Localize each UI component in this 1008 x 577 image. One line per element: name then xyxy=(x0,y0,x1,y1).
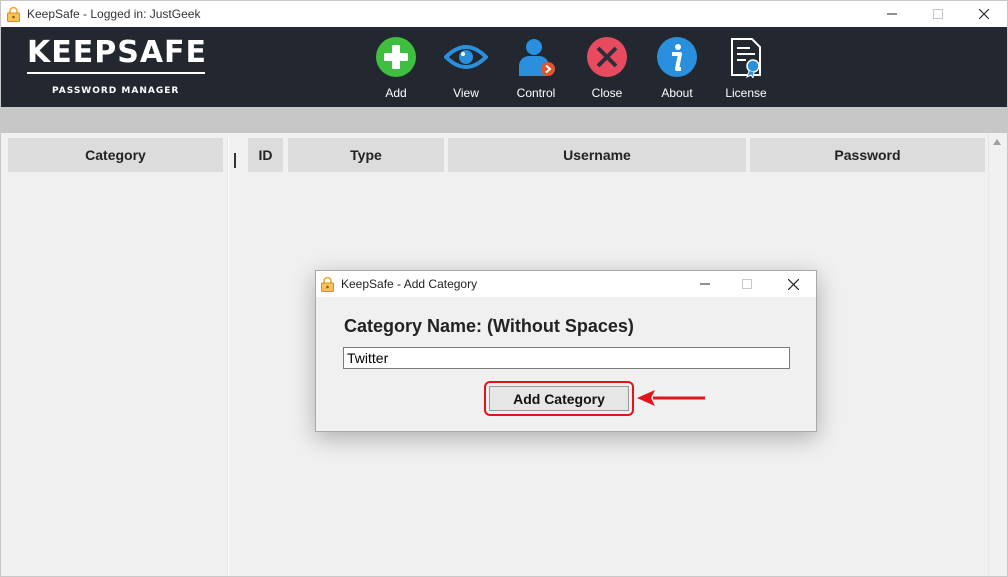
category-name-input[interactable] xyxy=(343,347,790,369)
certificate-icon xyxy=(724,35,768,79)
logo-subtitle: PASSWORD MANAGER xyxy=(52,86,180,96)
dialog-title: KeepSafe - Add Category xyxy=(341,277,478,291)
category-list[interactable] xyxy=(8,173,223,573)
title-bar: KeepSafe - Logged in: JustGeek xyxy=(1,1,1007,27)
button-highlight-box: Add Category xyxy=(484,381,634,416)
close-icon xyxy=(979,9,989,19)
toolbar-about-button[interactable]: About xyxy=(642,35,712,100)
dialog-close-button[interactable] xyxy=(770,271,816,297)
add-category-button[interactable]: Add Category xyxy=(489,386,629,411)
dialog-title-bar: KeepSafe - Add Category xyxy=(316,271,816,297)
close-circle-icon xyxy=(585,35,629,79)
column-header-username[interactable]: Username xyxy=(448,138,746,172)
category-name-label: Category Name: (Without Spaces) xyxy=(344,316,634,336)
minimize-button[interactable] xyxy=(869,1,915,27)
category-column-header[interactable]: Category xyxy=(8,138,223,172)
toolbar-view-button[interactable]: View xyxy=(431,35,501,100)
close-window-button[interactable] xyxy=(961,1,1007,27)
vertical-scrollbar[interactable] xyxy=(988,133,1004,576)
column-header-password[interactable]: Password xyxy=(750,138,985,172)
info-icon xyxy=(655,35,699,79)
toolbar-control-label: Control xyxy=(516,86,556,100)
scroll-up-icon[interactable] xyxy=(993,139,1001,145)
maximize-icon xyxy=(742,279,752,289)
toolbar-add-label: Add xyxy=(385,86,407,100)
maximize-button[interactable] xyxy=(915,1,961,27)
column-header-type[interactable]: Type xyxy=(288,138,444,172)
maximize-icon xyxy=(933,9,943,19)
add-category-dialog: KeepSafe - Add Category Category Name: (… xyxy=(315,270,817,432)
red-pointer-arrow-icon xyxy=(637,390,705,406)
dialog-minimize-button[interactable] xyxy=(682,271,728,297)
column-header-id[interactable]: ID xyxy=(248,138,283,172)
toolbar-license-button[interactable]: License xyxy=(711,35,781,100)
eye-icon xyxy=(444,35,488,79)
app-lock-icon xyxy=(7,6,20,22)
logo-divider xyxy=(27,72,205,74)
dialog-maximize-button[interactable] xyxy=(724,271,770,297)
toolbar-control-button[interactable]: Control xyxy=(501,35,571,100)
user-control-icon xyxy=(514,35,558,79)
app-header: KEEPSAFE PASSWORD MANAGER Add View Contr… xyxy=(1,27,1007,107)
toolbar-close-button[interactable]: Close xyxy=(572,35,642,100)
toolbar-license-label: License xyxy=(725,86,767,100)
close-icon xyxy=(787,278,799,290)
logo-title: KEEPSAFE xyxy=(27,35,208,70)
window-title: KeepSafe - Logged in: JustGeek xyxy=(27,7,201,21)
minimize-icon xyxy=(700,283,710,285)
minimize-icon xyxy=(887,13,897,15)
main-window: KeepSafe - Logged in: JustGeek KEEPSAFE … xyxy=(0,0,1008,577)
column-separator-mark xyxy=(234,153,236,168)
toolbar-view-label: View xyxy=(453,86,479,100)
toolbar-about-label: About xyxy=(661,86,693,100)
add-icon xyxy=(374,35,418,79)
toolbar-close-label: Close xyxy=(591,86,623,100)
toolbar-add-button[interactable]: Add xyxy=(361,35,431,100)
pane-splitter[interactable] xyxy=(227,138,229,576)
app-lock-icon xyxy=(321,276,334,292)
toolbar-separator-band xyxy=(1,107,1007,133)
logo: KEEPSAFE PASSWORD MANAGER xyxy=(27,36,207,96)
